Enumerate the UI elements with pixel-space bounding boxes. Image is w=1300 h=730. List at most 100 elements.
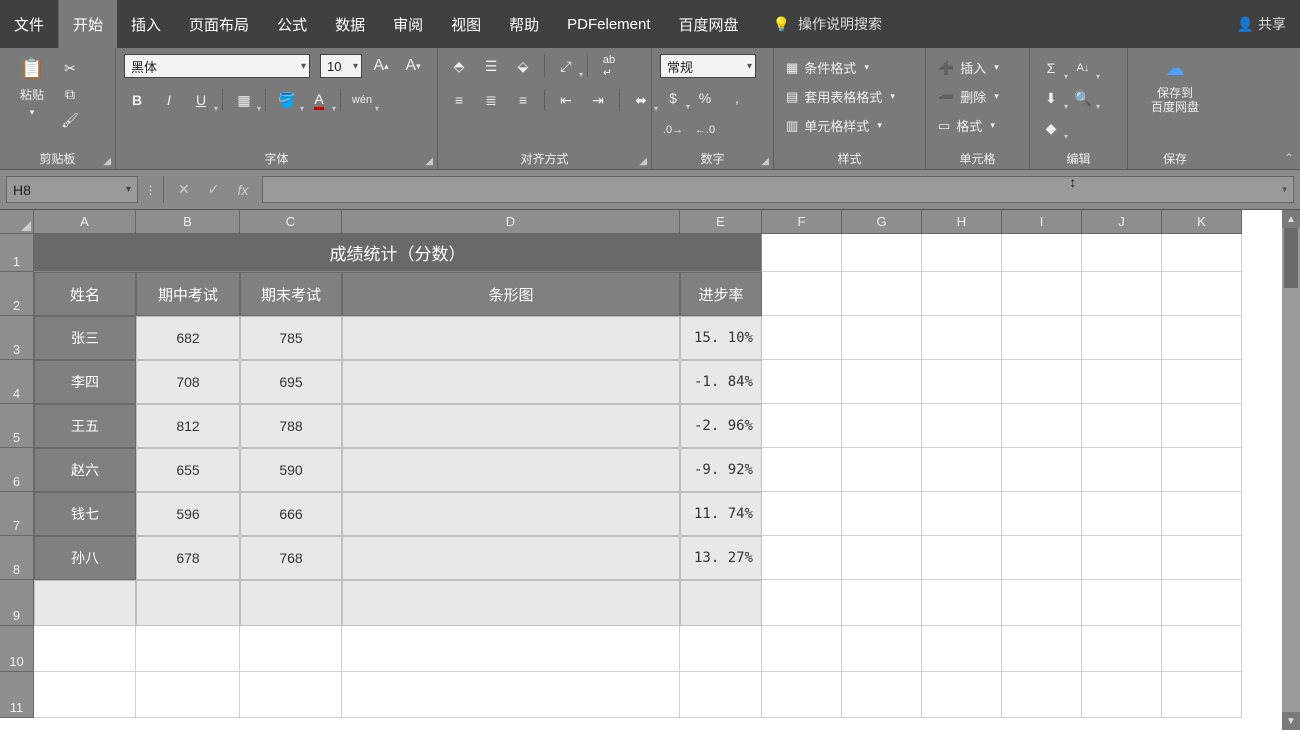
- tab-file[interactable]: 文件: [0, 0, 59, 48]
- cell[interactable]: [1162, 672, 1242, 718]
- paste-button[interactable]: 📋 粘贴 ▾: [8, 54, 56, 118]
- cell[interactable]: [1002, 404, 1082, 448]
- column-header-C[interactable]: C: [240, 210, 342, 234]
- delete-cells-button[interactable]: ➖删除▾: [934, 85, 1003, 108]
- select-all-corner[interactable]: [0, 210, 34, 234]
- cell[interactable]: [1162, 316, 1242, 360]
- cancel-formula-button[interactable]: ✕: [178, 181, 190, 198]
- cell[interactable]: [842, 492, 922, 536]
- column-header-B[interactable]: B: [136, 210, 240, 234]
- cell[interactable]: [922, 492, 1002, 536]
- copy-icon[interactable]: ⧉: [60, 84, 80, 104]
- mid-cell[interactable]: 678: [136, 536, 240, 580]
- name-cell[interactable]: 钱七: [34, 492, 136, 536]
- sort-filter-button[interactable]: A↓▾: [1070, 56, 1096, 80]
- align-bottom-button[interactable]: ⬙: [510, 54, 536, 78]
- cells-area[interactable]: 成绩统计（分数）姓名期中考试期末考试条形图进步率张三68278515. 10%李…: [34, 234, 1242, 718]
- cell[interactable]: [136, 672, 240, 718]
- cell[interactable]: [1082, 360, 1162, 404]
- name-cell[interactable]: 张三: [34, 316, 136, 360]
- format-painter-icon[interactable]: 🖌: [60, 110, 80, 130]
- column-header-J[interactable]: J: [1082, 210, 1162, 234]
- cell[interactable]: [34, 580, 136, 626]
- column-header-K[interactable]: K: [1162, 210, 1242, 234]
- cut-icon[interactable]: ✂: [60, 58, 80, 78]
- conditional-format-button[interactable]: ▦条件格式▾: [782, 56, 873, 79]
- cell[interactable]: [762, 404, 842, 448]
- rate-cell[interactable]: 13. 27%: [680, 536, 762, 580]
- rate-cell[interactable]: -9. 92%: [680, 448, 762, 492]
- cell[interactable]: [922, 626, 1002, 672]
- align-left-button[interactable]: ≡: [446, 88, 472, 112]
- row-header-8[interactable]: 8: [0, 536, 34, 580]
- cell[interactable]: [34, 626, 136, 672]
- cell[interactable]: [1002, 536, 1082, 580]
- tab-home[interactable]: 开始: [59, 0, 117, 48]
- collapse-ribbon-button[interactable]: ⌃: [1284, 151, 1294, 165]
- tab-insert[interactable]: 插入: [117, 0, 175, 48]
- row-header-2[interactable]: 2: [0, 272, 34, 316]
- cell[interactable]: [922, 316, 1002, 360]
- cell[interactable]: [1082, 234, 1162, 272]
- enter-formula-button[interactable]: ✓: [208, 181, 220, 198]
- tab-review[interactable]: 审阅: [379, 0, 437, 48]
- tab-formulas[interactable]: 公式: [263, 0, 321, 48]
- cell[interactable]: [1162, 448, 1242, 492]
- font-color-button[interactable]: A▾: [306, 88, 332, 112]
- fin-cell[interactable]: 695: [240, 360, 342, 404]
- increase-font-button[interactable]: A▴: [368, 54, 394, 78]
- cell[interactable]: [1082, 404, 1162, 448]
- cell[interactable]: [842, 234, 922, 272]
- fin-cell[interactable]: 788: [240, 404, 342, 448]
- name-box-handle[interactable]: ⋮: [138, 176, 164, 203]
- cell[interactable]: [842, 672, 922, 718]
- table-header[interactable]: 期中考试: [136, 272, 240, 316]
- clear-button[interactable]: ◆▾: [1038, 116, 1064, 140]
- wrap-text-button[interactable]: ab↵: [596, 54, 622, 78]
- cell[interactable]: [922, 536, 1002, 580]
- percent-format-button[interactable]: %: [692, 86, 718, 110]
- name-cell[interactable]: 李四: [34, 360, 136, 404]
- cell[interactable]: [1162, 536, 1242, 580]
- cell[interactable]: [1002, 234, 1082, 272]
- scroll-up-button[interactable]: ▲: [1282, 210, 1300, 228]
- align-middle-button[interactable]: ☰: [478, 54, 504, 78]
- cell[interactable]: [342, 626, 680, 672]
- cell[interactable]: [1162, 234, 1242, 272]
- autosum-button[interactable]: Σ▾: [1038, 56, 1064, 80]
- row-header-11[interactable]: 11: [0, 672, 34, 718]
- column-header-G[interactable]: G: [842, 210, 922, 234]
- mid-cell[interactable]: 708: [136, 360, 240, 404]
- cell[interactable]: [1082, 316, 1162, 360]
- name-cell[interactable]: 孙八: [34, 536, 136, 580]
- table-header[interactable]: 进步率: [680, 272, 762, 316]
- save-baidu-button[interactable]: ☁ 保存到 百度网盘: [1151, 54, 1199, 114]
- mid-cell[interactable]: 682: [136, 316, 240, 360]
- cell[interactable]: [842, 626, 922, 672]
- format-cells-button[interactable]: ▭格式▾: [934, 114, 999, 137]
- cell[interactable]: [1002, 626, 1082, 672]
- cell[interactable]: [842, 360, 922, 404]
- cell[interactable]: [1082, 536, 1162, 580]
- cell[interactable]: [922, 360, 1002, 404]
- align-right-button[interactable]: ≡: [510, 88, 536, 112]
- align-center-button[interactable]: ≣: [478, 88, 504, 112]
- cell[interactable]: [842, 316, 922, 360]
- number-format-combo[interactable]: 常规 ▾: [660, 54, 756, 78]
- cell[interactable]: [1082, 626, 1162, 672]
- decrease-font-button[interactable]: A▾: [400, 54, 426, 78]
- fill-button[interactable]: ⬇▾: [1038, 86, 1064, 110]
- align-top-button[interactable]: ⬘: [446, 54, 472, 78]
- border-button[interactable]: ▦▾: [231, 88, 257, 112]
- insert-cells-button[interactable]: ➕插入▾: [934, 56, 1003, 79]
- column-header-H[interactable]: H: [922, 210, 1002, 234]
- scroll-down-button[interactable]: ▼: [1282, 712, 1300, 730]
- rate-cell[interactable]: 11. 74%: [680, 492, 762, 536]
- column-header-F[interactable]: F: [762, 210, 842, 234]
- format-as-table-button[interactable]: ▤套用表格格式▾: [782, 85, 899, 108]
- tab-view[interactable]: 视图: [437, 0, 495, 48]
- cell[interactable]: [136, 626, 240, 672]
- mid-cell[interactable]: 596: [136, 492, 240, 536]
- cell[interactable]: [1162, 492, 1242, 536]
- cell[interactable]: [1162, 580, 1242, 626]
